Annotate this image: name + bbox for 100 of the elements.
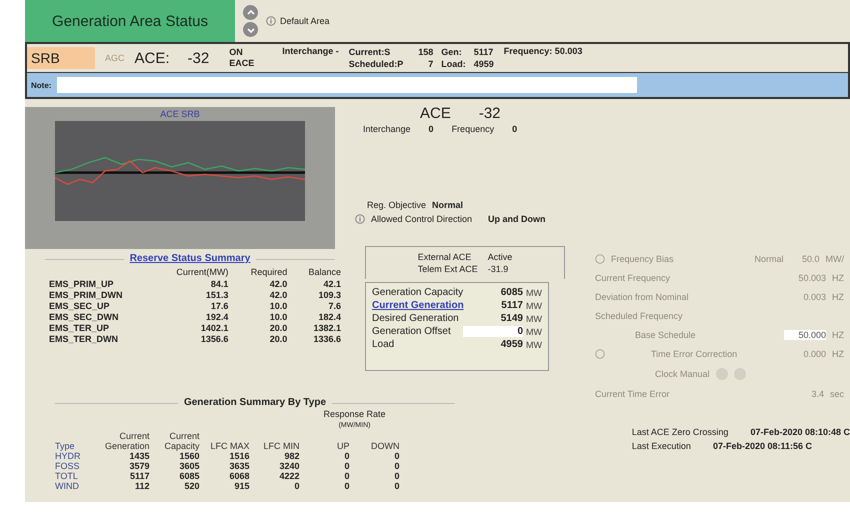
frequency-setting-label: Base Schedule (634, 330, 697, 340)
ace-summary-label: ACE (420, 105, 451, 122)
column-header: UP (336, 440, 351, 451)
table-cell-text: 112 (134, 481, 151, 491)
column-header: Current(MW) (175, 266, 230, 279)
current-generation-link[interactable]: Current Generation (372, 300, 498, 311)
telem-ace-label: Telem Ext ACE (418, 263, 478, 275)
default-area-label: Default Area (280, 16, 330, 26)
column-header: Balance (307, 266, 342, 279)
chart-title: ACE SRB (160, 109, 200, 119)
table-cell-text: 1336.6 (312, 334, 342, 345)
scheduled-label: Scheduled:P (348, 58, 404, 70)
table-cell-text: 6085 (178, 471, 201, 481)
load-label: Load: (441, 58, 466, 70)
table-cell-text: 1356.6 (200, 334, 230, 345)
response-rate-header: Response Rate (324, 409, 386, 419)
generation-value: 5149 (500, 313, 523, 324)
column-header: LFC MAX (210, 440, 251, 451)
unit-label: MW (526, 288, 542, 298)
table-cell-text: 1516 (228, 451, 251, 461)
unit-label: MW (526, 326, 542, 336)
generation-label: Desired Generation (372, 313, 460, 324)
table-cell-text: 5117 (129, 471, 151, 481)
unit-label: HZ (832, 330, 844, 340)
ace-label: ACE: (134, 50, 170, 66)
table-cell-text: 0 (294, 481, 301, 491)
scheduled-value: 7 (427, 58, 434, 70)
table-cell-text: 20.0 (268, 323, 288, 334)
table-cell-text: 520 (184, 481, 201, 491)
generation-label: Generation Offset (372, 326, 452, 337)
frequency-setting-label: Current Frequency (595, 273, 672, 283)
frequency-setting-value: 3.4 (810, 389, 824, 399)
table-cell-text: 0 (394, 451, 401, 461)
table-cell-text: 0 (394, 481, 401, 491)
unit-label: sec (830, 389, 844, 399)
table-cell-text: EMS_TER_UP (48, 323, 110, 334)
table-cell-text: 0 (344, 481, 351, 491)
ace-summary-value: -32 (478, 105, 501, 122)
frequency-value: 0 (512, 124, 518, 134)
column-header: LFC MIN (262, 440, 301, 451)
frequency-label: Frequency (452, 124, 494, 134)
table-cell-text: 17.6 (210, 301, 230, 312)
gen-value: 5117 (474, 46, 494, 58)
generation-offset-field[interactable]: 0 (463, 326, 523, 337)
table-cell-text: 182.4 (317, 312, 342, 323)
frequency-setting-label: Clock Manual (655, 369, 710, 379)
frequency-setting-value: 50.003 (797, 273, 826, 283)
status-label: ON (229, 47, 244, 58)
frequency-setting-label: Time Error Correction (650, 349, 738, 359)
unit-label: MW/ (826, 254, 844, 264)
column-header: Current Generation (104, 431, 151, 451)
table-cell-text: 4222 (278, 471, 301, 481)
column-header: DOWN (370, 440, 401, 451)
table-cell-text: 7.6 (327, 301, 342, 312)
frequency-setting-label: Current Time Error (595, 389, 671, 399)
table-cell-text: HYDR (54, 451, 82, 461)
info-icon (266, 16, 276, 26)
timestamp-label: Last ACE Zero Crossing (632, 427, 728, 437)
unit-label: MW (526, 340, 542, 350)
info-icon (595, 349, 605, 359)
table-cell-text: 0 (394, 461, 401, 471)
window-title: Generation Area Status (25, 0, 235, 42)
note-field[interactable] (57, 77, 638, 93)
status-label: EACE (229, 58, 254, 69)
unit-label: HZ (832, 349, 844, 359)
table-cell-text: TOTL (54, 471, 79, 481)
column-header: Required (250, 266, 288, 279)
timestamp-value: 07-Feb-2020 08:11:56 C (712, 441, 812, 451)
table-cell-text: 0 (344, 461, 351, 471)
reserve-summary-link[interactable]: Reserve Status Summary (124, 255, 256, 263)
table-cell-text: 1402.1 (200, 323, 230, 334)
table-cell-text: 3605 (178, 461, 201, 471)
load-value: 4959 (474, 58, 494, 70)
table-cell-text: 109.3 (317, 290, 342, 301)
generation-label: Load (372, 339, 396, 350)
table-cell-text: 10.0 (268, 312, 288, 323)
frequency-setting-value: Normal (754, 254, 784, 264)
frequency-reading: Frequency: 50.003 (504, 46, 582, 56)
table-cell-text: 10.0 (268, 301, 288, 312)
table-cell-text: 192.4 (204, 312, 230, 323)
table-cell-text: 3240 (278, 461, 301, 471)
telem-ace-value: -31.9 (488, 263, 510, 275)
timestamp-label: Last Execution (632, 441, 691, 451)
note-label: Note: (31, 80, 52, 90)
generation-label: Generation Capacity (372, 287, 464, 298)
table-cell-text: 84.1 (210, 279, 230, 290)
table-cell-text: EMS_PRIM_DWN (48, 290, 124, 301)
ace-value: -32 (188, 50, 210, 66)
info-icon (595, 254, 605, 264)
unit-label: MW (526, 300, 542, 310)
current-value: 158 (417, 46, 434, 58)
table-cell-text: 20.0 (268, 334, 288, 345)
area-code-field[interactable]: SRB (27, 47, 95, 69)
table-cell-text: 42.0 (268, 290, 288, 301)
table-cell-text: 151.3 (204, 290, 230, 301)
frequency-setting-value: 0.003 (802, 292, 826, 302)
agc-label: AGC (105, 53, 125, 63)
table-cell-text: 6068 (228, 471, 251, 481)
table-cell-text: EMS_SEC_UP (48, 301, 111, 312)
table-cell-text: 0 (394, 471, 401, 481)
